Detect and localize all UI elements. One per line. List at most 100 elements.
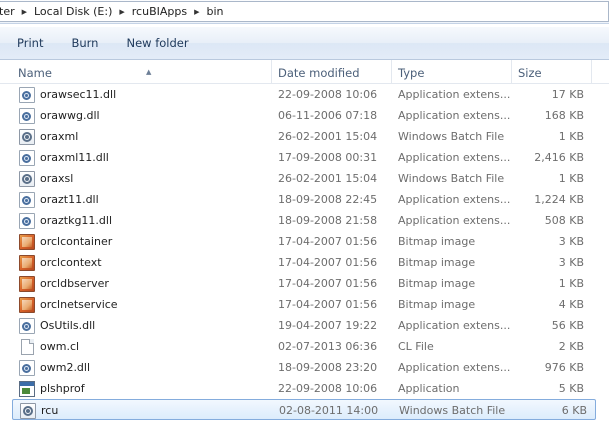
file-icon [21,338,34,355]
file-row[interactable]: OsUtils.dll 19-04-2007 19:22 Application e… [0,315,609,336]
file-row[interactable]: orclnetservice 17-04-2007 01:56 Bitmap ima… [0,294,609,315]
file-type: Bitmap image [398,298,476,311]
file-name-cell: rcu [13,400,271,421]
file-type: CL File [398,340,434,353]
file-size: 976 KB [544,361,584,374]
file-row[interactable]: orawsec11.dll 22-09-2008 10:06 Application… [0,84,609,105]
file-date-modified: 26-02-2001 15:04 [278,172,378,185]
file-size: 4 KB [558,298,584,311]
burn-button[interactable]: Burn [71,36,98,50]
file-type: Windows Batch File [398,130,505,143]
file-size: 1 KB [558,130,584,143]
column-header-name-label: Name [18,66,52,80]
file-name: owm.cl [40,340,80,353]
batch-file-icon [19,170,35,187]
file-row[interactable]: oraxsl 26-02-2001 15:04 Windows Batch File… [0,168,609,189]
breadcrumb-item[interactable]: Local Disk (E:) [29,5,117,18]
file-size: 1,224 KB [534,193,584,206]
dll-icon [19,359,35,376]
file-type: Application extens... [398,319,511,332]
file-row[interactable]: oraxml 26-02-2001 15:04 Windows Batch File… [0,126,609,147]
breadcrumb-item[interactable]: bin [201,5,228,18]
file-type: Application [398,382,460,395]
application-icon [19,380,35,397]
breadcrumb-separator-icon[interactable]: ▶ [192,8,201,16]
file-row[interactable]: orawwg.dll 06-11-2006 07:18 Application ex… [0,105,609,126]
breadcrumb-item[interactable]: ter [0,5,20,18]
file-type: Bitmap image [398,256,476,269]
file-name: orazt11.dll [40,193,99,206]
file-name: rcu [41,404,59,417]
column-header-date-modified[interactable]: Date modified [272,60,392,84]
file-name: oraxml [40,130,79,143]
file-name-cell: orclnetservice [12,294,270,315]
new-folder-button[interactable]: New folder [126,36,188,50]
file-name-cell: orazt11.dll [12,189,270,210]
file-size: 1 KB [558,172,584,185]
column-header-type[interactable]: Type [392,60,512,84]
breadcrumb-item[interactable]: rcuBIApps [127,5,192,18]
address-bar[interactable]: ter ▶ Local Disk (E:) ▶ rcuBIApps ▶ bin [0,0,609,24]
file-row[interactable]: owm2.dll 18-09-2008 23:20 Application exte… [0,357,609,378]
file-size: 2,416 KB [534,151,584,164]
file-name-cell: oraxsl [12,168,270,189]
file-name-cell: orawwg.dll [12,105,270,126]
file-name: orawwg.dll [40,109,100,122]
column-header-size[interactable]: Size [512,60,592,84]
file-row[interactable]: oraztkg11.dll 18-09-2008 21:58 Application… [0,210,609,231]
column-header-size-label: Size [518,66,542,80]
file-type: Bitmap image [398,277,476,290]
file-date-modified: 22-09-2008 10:06 [278,88,378,101]
file-name-cell: orawsec11.dll [12,84,270,105]
breadcrumb[interactable]: ter ▶ Local Disk (E:) ▶ rcuBIApps ▶ bin [0,1,609,22]
bitmap-icon [19,296,35,313]
file-name-cell: plshprof [12,378,270,399]
file-name-cell: OsUtils.dll [12,315,270,336]
file-type: Application extens... [398,151,511,164]
batch-file-icon [19,128,35,145]
bitmap-icon [19,233,35,250]
file-name: orclnetservice [40,298,118,311]
file-date-modified: 02-07-2013 06:36 [278,340,378,353]
file-size: 3 KB [558,256,584,269]
file-name-cell: orclcontext [12,252,270,273]
dll-icon [19,317,35,334]
file-row[interactable]: plshprof 22-09-2008 10:06 Application 5 KB [0,378,609,399]
print-button[interactable]: Print [17,36,43,50]
file-name: orcldbserver [40,277,109,290]
file-name: owm2.dll [40,361,91,374]
file-name-cell: oraztkg11.dll [12,210,270,231]
breadcrumb-separator-icon[interactable]: ▶ [117,8,126,16]
file-row[interactable]: owm.cl 02-07-2013 06:36 CL File 2 KB [0,336,609,357]
file-size: 17 KB [551,88,584,101]
dll-icon [19,191,35,208]
file-date-modified: 17-04-2007 01:56 [278,256,378,269]
file-date-modified: 18-09-2008 22:45 [278,193,378,206]
file-name: oraztkg11.dll [40,214,113,227]
column-header-name[interactable]: ▲ Name [12,60,272,84]
file-name-cell: owm.cl [12,336,270,357]
file-date-modified: 06-11-2006 07:18 [278,109,378,122]
sort-ascending-icon: ▲ [146,68,152,76]
file-date-modified: 18-09-2008 21:58 [278,214,378,227]
column-header-date-label: Date modified [278,66,360,80]
breadcrumb-separator-icon[interactable]: ▶ [20,8,29,16]
file-date-modified: 02-08-2011 14:00 [279,404,379,417]
file-type: Windows Batch File [399,404,506,417]
column-header-type-label: Type [398,66,425,80]
file-row[interactable]: orclcontext 17-04-2007 01:56 Bitmap image 3… [0,252,609,273]
file-size: 3 KB [558,235,584,248]
file-row[interactable]: orcldbserver 17-04-2007 01:56 Bitmap image… [0,273,609,294]
file-row[interactable]: orclcontainer 17-04-2007 01:56 Bitmap imag… [0,231,609,252]
file-name: orclcontainer [40,235,113,248]
file-date-modified: 17-04-2007 01:56 [278,298,378,311]
file-row[interactable]: orazt11.dll 18-09-2008 22:45 Application e… [0,189,609,210]
dll-icon [19,107,35,124]
file-type: Application extens... [398,109,511,122]
file-name: plshprof [40,382,85,395]
file-size: 168 KB [544,109,584,122]
file-row[interactable]: oraxml11.dll 17-09-2008 00:31 Application … [0,147,609,168]
file-type: Application extens... [398,193,511,206]
file-row[interactable]: rcu 02-08-2011 14:00 Windows Batch File 6 K… [12,399,596,420]
file-name-cell: orclcontainer [12,231,270,252]
